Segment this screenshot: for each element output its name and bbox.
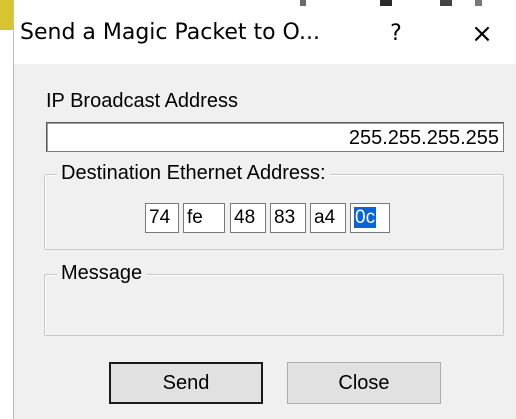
destination-legend: Destination Ethernet Address: bbox=[57, 162, 330, 185]
title-bar[interactable]: Send a Magic Packet to O... ? × bbox=[14, 6, 516, 64]
octet-field-2[interactable]: fe bbox=[183, 203, 225, 233]
background-edge bbox=[0, 0, 14, 419]
help-button[interactable]: ? bbox=[376, 16, 416, 52]
window-title: Send a Magic Packet to O... bbox=[20, 20, 320, 45]
selected-octet-text: 0c bbox=[354, 207, 377, 228]
ip-broadcast-input[interactable]: 255.255.255.255 bbox=[46, 122, 504, 152]
close-button[interactable]: Close bbox=[287, 362, 441, 404]
message-legend: Message bbox=[57, 262, 147, 285]
ip-broadcast-label: IP Broadcast Address bbox=[46, 90, 238, 112]
magic-packet-dialog: Send a Magic Packet to O... ? × IP Broad… bbox=[14, 6, 516, 419]
octet-field-6[interactable]: 0c bbox=[350, 203, 390, 233]
message-groupbox: Message bbox=[44, 262, 504, 336]
close-window-button[interactable]: × bbox=[457, 16, 507, 52]
octet-field-1[interactable]: 74 bbox=[145, 203, 179, 233]
octet-field-3[interactable]: 48 bbox=[230, 203, 266, 233]
send-button[interactable]: Send bbox=[109, 362, 263, 404]
octet-field-5[interactable]: a4 bbox=[310, 203, 346, 233]
octet-field-4[interactable]: 83 bbox=[270, 203, 306, 233]
